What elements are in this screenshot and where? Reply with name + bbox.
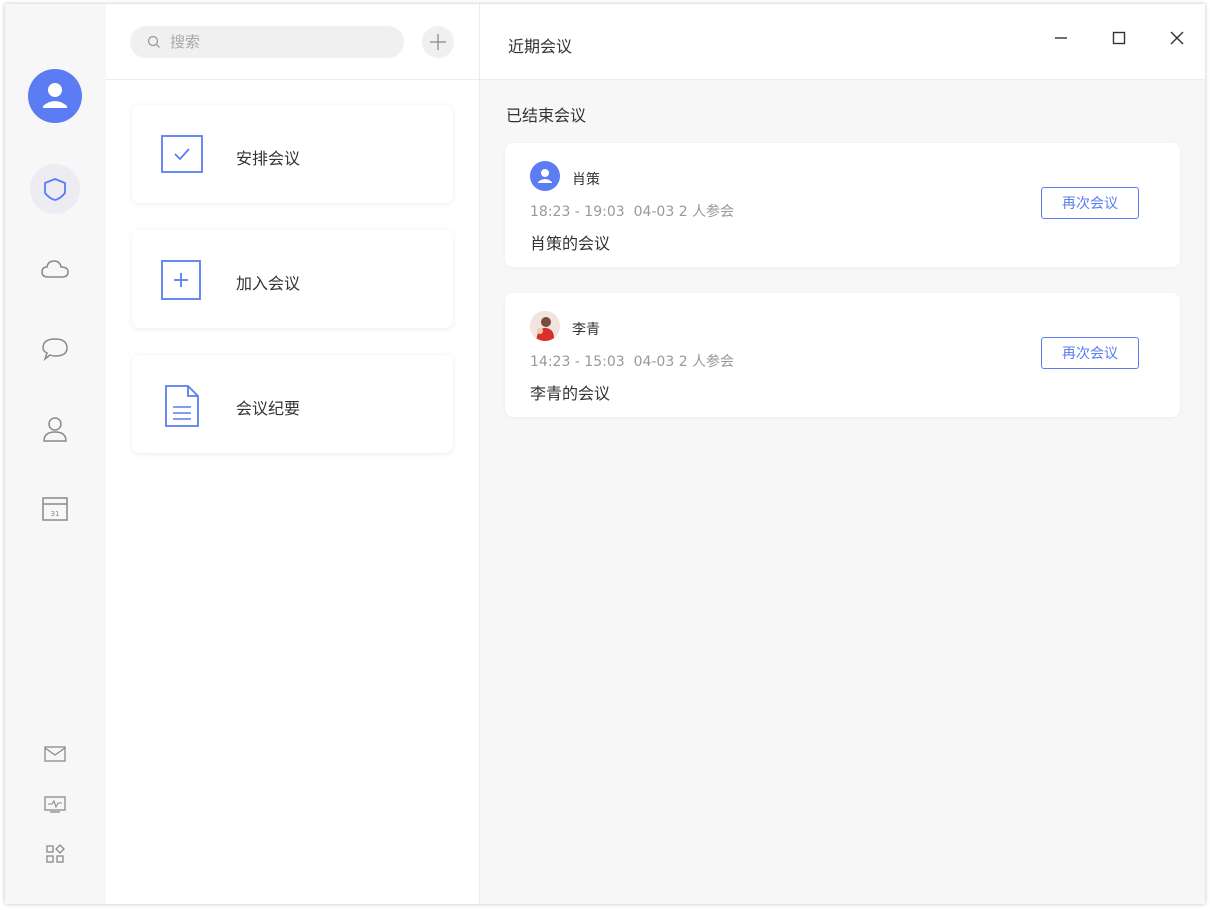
actions-panel: 安排会议 加入会议 会议纪要: [106, 4, 480, 904]
cloud-icon: [41, 260, 69, 278]
nav-chat[interactable]: [30, 324, 80, 374]
chat-icon: [42, 338, 68, 362]
photo-avatar-icon: [530, 311, 560, 341]
nav-contacts[interactable]: [30, 404, 80, 454]
meeting-participants: 2 人参会: [678, 204, 735, 220]
mail-icon: [44, 746, 66, 762]
monitor-icon: [44, 796, 66, 813]
calendar-day: 31: [51, 510, 60, 518]
meeting-card[interactable]: 肖策 18:23 - 19:03 04-03 2 人参会 肖策的会议 再次会议: [505, 143, 1180, 267]
meeting-minutes-card[interactable]: 会议纪要: [132, 355, 453, 453]
host-name: 肖策: [572, 172, 600, 188]
document-icon: [165, 385, 199, 427]
maximize-button[interactable]: [1104, 26, 1134, 50]
meeting-time: 14:23 - 15:03: [530, 354, 625, 370]
search-input[interactable]: [168, 32, 392, 52]
calendar-icon: 31: [42, 497, 68, 521]
meeting-minutes-label: 会议纪要: [236, 399, 301, 418]
meeting-icon: [44, 178, 66, 201]
nav-mail[interactable]: [41, 742, 69, 766]
recent-meetings-panel: 近期会议 已结束会议 肖策 18:23 - 19:03 04-03 2 人参会 …: [480, 4, 1205, 904]
meeting-info: 14:23 - 15:03 04-03 2 人参会: [530, 351, 734, 371]
meeting-participants: 2 人参会: [678, 354, 735, 370]
nav-apps[interactable]: [41, 842, 69, 866]
search-box[interactable]: [130, 26, 404, 58]
minimize-icon: [1055, 37, 1067, 39]
rejoin-button[interactable]: 再次会议: [1041, 337, 1139, 369]
apps-icon: [46, 844, 65, 863]
nav-monitor[interactable]: [41, 792, 69, 816]
meeting-date: 04-03: [633, 354, 675, 370]
meeting-card[interactable]: 李青 14:23 - 15:03 04-03 2 人参会 李青的会议 再次会议: [505, 293, 1180, 417]
host-name: 李青: [572, 322, 600, 338]
nav-rail: 31: [5, 4, 107, 904]
rejoin-button[interactable]: 再次会议: [1041, 187, 1139, 219]
section-title: 已结束会议: [506, 106, 587, 125]
schedule-meeting-label: 安排会议: [236, 149, 301, 168]
user-avatar[interactable]: [28, 69, 82, 123]
plus-icon: [430, 34, 446, 50]
host-avatar: [530, 161, 560, 191]
title-bar: 近期会议: [480, 4, 1205, 80]
join-meeting-card[interactable]: 加入会议: [132, 230, 453, 328]
add-button[interactable]: [422, 26, 454, 58]
close-icon: [1170, 31, 1184, 45]
close-button[interactable]: [1162, 26, 1192, 50]
schedule-meeting-card[interactable]: 安排会议: [132, 105, 453, 203]
meeting-app-window: 31 搜索 安排会议 加入会议 会议纪要 近期会议 已结束会议 肖策 18:23…: [5, 4, 1205, 904]
join-meeting-label: 加入会议: [236, 274, 301, 293]
meeting-time: 18:23 - 19:03: [530, 204, 625, 220]
meeting-info: 18:23 - 19:03 04-03 2 人参会: [530, 201, 734, 221]
nav-calendar[interactable]: 31: [30, 484, 80, 534]
check-square-icon: [161, 135, 203, 173]
meeting-title: 肖策的会议: [530, 234, 611, 253]
search-bar-area: [106, 4, 479, 80]
nav-meetings[interactable]: [30, 164, 80, 214]
minimize-button[interactable]: [1046, 26, 1076, 50]
page-title: 近期会议: [508, 37, 573, 56]
person-icon: [538, 169, 552, 183]
person-icon: [43, 83, 67, 108]
maximize-icon: [1112, 31, 1126, 45]
plus-square-icon: [161, 260, 201, 300]
search-icon: [147, 35, 160, 48]
meeting-title: 李青的会议: [530, 384, 611, 403]
nav-cloud[interactable]: [30, 244, 80, 294]
host-avatar: [530, 311, 560, 341]
contacts-icon: [43, 417, 67, 442]
meeting-date: 04-03: [633, 204, 675, 220]
